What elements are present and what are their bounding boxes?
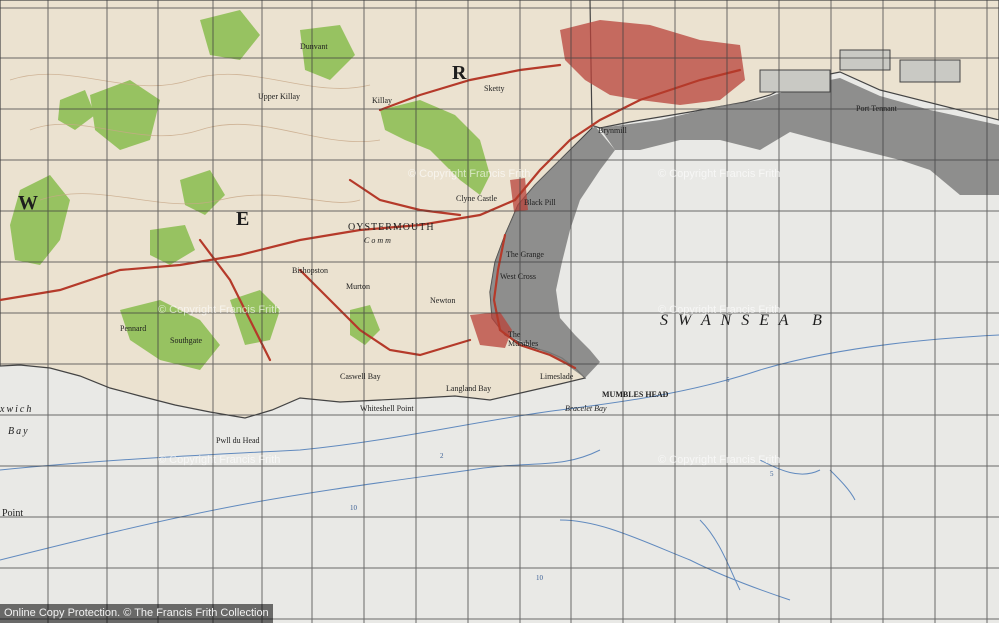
place-label: West Cross <box>500 272 537 281</box>
place-label: The Mumbles <box>508 330 539 348</box>
place-label: Point <box>2 508 24 519</box>
depth-label: 10 <box>536 574 543 582</box>
map-graphic <box>0 0 999 623</box>
place-label: Upper Killay <box>258 92 300 101</box>
depth-label: 5 <box>770 470 774 478</box>
place-label: Killay <box>372 96 392 105</box>
place-label: Bay <box>8 426 30 437</box>
depth-label: 5 <box>726 376 730 384</box>
place-label: Dunvant <box>300 42 328 51</box>
place-label: Sketty <box>484 84 505 93</box>
place-label: Pwll du Head <box>216 436 260 445</box>
place-label: Comm <box>364 236 393 245</box>
copy-protection-footer: Online Copy Protection. © The Francis Fr… <box>0 604 273 623</box>
depth-label: 10 <box>350 504 357 512</box>
place-label: Bracelet Bay <box>565 404 607 413</box>
place-label: Caswell Bay <box>340 372 381 381</box>
place-label: Pennard <box>120 324 147 333</box>
place-label: Southgate <box>170 336 202 345</box>
copyright-watermark: © Copyright Francis Frith <box>158 454 281 466</box>
place-label: Black Pill <box>524 198 556 207</box>
place-label: Langland Bay <box>446 384 492 393</box>
depth-label: 2 <box>440 452 444 460</box>
historic-map[interactable]: R E W S W A N S E A B xwich Bay Point OY… <box>0 0 999 623</box>
place-label: Brynmill <box>598 126 627 135</box>
map-letter-w: W <box>18 192 38 214</box>
copyright-watermark: © Copyright Francis Frith <box>658 454 781 466</box>
place-label: Bishopston <box>292 266 329 275</box>
place-label: Limeslade <box>540 372 574 381</box>
place-label: OYSTERMOUTH <box>348 222 435 233</box>
place-label: MUMBLES HEAD <box>602 390 669 399</box>
copyright-watermark: © Copyright Francis Frith <box>158 304 281 316</box>
place-label: Clyne Castle <box>456 194 498 203</box>
place-label: xwich <box>0 404 34 415</box>
map-letter-r: R <box>452 62 467 84</box>
copyright-watermark: © Copyright Francis Frith <box>658 304 781 316</box>
copyright-watermark: © Copyright Francis Frith <box>658 168 781 180</box>
map-letter-e: E <box>236 208 250 230</box>
place-label: Whiteshell Point <box>360 404 414 413</box>
place-label: Murton <box>346 282 370 291</box>
place-label: The Grange <box>506 250 544 259</box>
copyright-watermark: © Copyright Francis Frith <box>408 168 531 180</box>
place-label: Newton <box>430 296 456 305</box>
place-label: Port Tennant <box>856 104 897 113</box>
land-area-west <box>0 0 593 419</box>
